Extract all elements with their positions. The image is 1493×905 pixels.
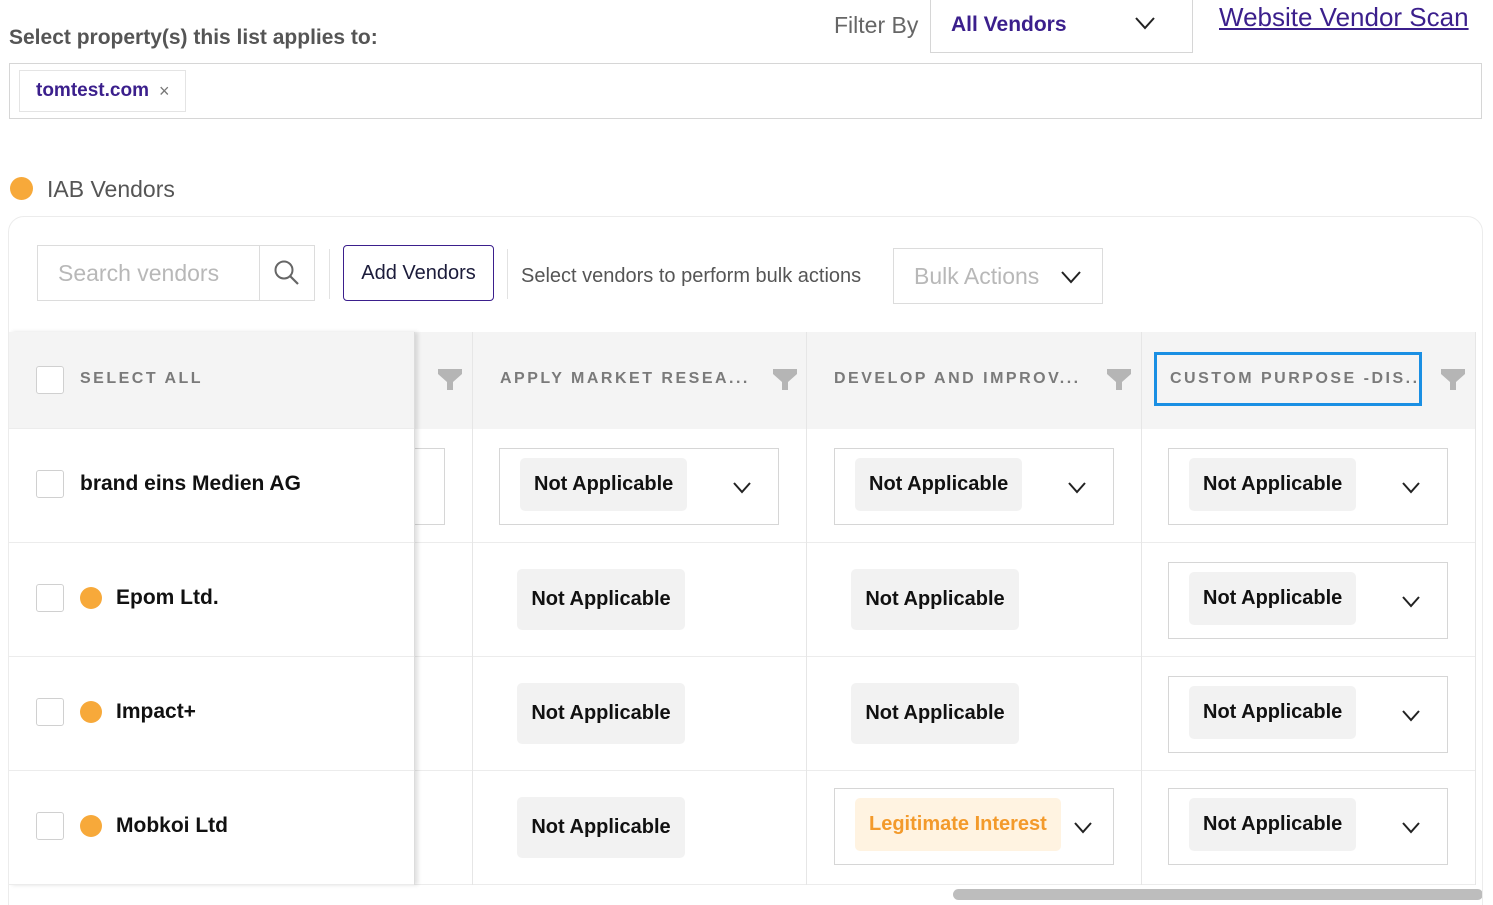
iab-vendor-dot bbox=[80, 815, 102, 837]
column-divider bbox=[1141, 332, 1142, 887]
purpose-value: Not Applicable bbox=[520, 458, 688, 511]
chevron-down-icon bbox=[1402, 482, 1420, 494]
bulk-actions-dropdown[interactable]: Bulk Actions bbox=[893, 248, 1103, 304]
chevron-down-icon bbox=[1402, 596, 1420, 608]
purpose-value: Not Applicable bbox=[517, 569, 685, 630]
chevron-down-icon bbox=[733, 482, 751, 494]
vendor-name[interactable]: Epom Ltd. bbox=[116, 586, 219, 610]
filter-funnel-icon[interactable] bbox=[772, 367, 798, 391]
vendor-checkbox[interactable] bbox=[36, 584, 64, 612]
vendor-name[interactable]: Mobkoi Ltd bbox=[116, 814, 228, 838]
purpose-dropdown[interactable]: Not Applicable bbox=[1168, 788, 1448, 865]
purpose-value: Not Applicable bbox=[517, 683, 685, 744]
filter-by-label: Filter By bbox=[834, 12, 919, 38]
vendor-row: brand eins Medien AG bbox=[9, 429, 414, 543]
filter-by-value: All Vendors bbox=[951, 13, 1067, 36]
section-title: IAB Vendors bbox=[47, 176, 175, 202]
select-all-label: SELECT ALL bbox=[80, 370, 204, 387]
search-input[interactable]: Search vendors bbox=[38, 246, 259, 300]
bulk-actions-label: Bulk Actions bbox=[914, 262, 1040, 289]
search-button[interactable] bbox=[259, 246, 314, 300]
purpose-value: Not Applicable bbox=[855, 458, 1023, 511]
chevron-down-icon bbox=[1402, 822, 1420, 834]
filter-funnel-icon[interactable] bbox=[437, 367, 463, 391]
filter-funnel-icon[interactable] bbox=[1440, 367, 1466, 391]
vendor-toolbar: Search vendors Add Vendors Select vendor… bbox=[9, 217, 1482, 332]
bulk-actions-hint: Select vendors to perform bulk actions bbox=[521, 265, 862, 287]
chevron-down-icon bbox=[1135, 17, 1155, 30]
chevron-down-icon bbox=[1061, 271, 1081, 284]
iab-vendor-dot bbox=[80, 701, 102, 723]
vendor-row: Mobkoi Ltd bbox=[9, 771, 414, 885]
purpose-dropdown[interactable]: Not Applicable bbox=[499, 448, 779, 525]
vendor-search[interactable]: Search vendors bbox=[37, 245, 315, 301]
vendor-checkbox[interactable] bbox=[36, 812, 64, 840]
filter-funnel-icon[interactable] bbox=[1106, 367, 1132, 391]
purpose-value: Not Applicable bbox=[1189, 798, 1357, 851]
purpose-value-legitimate-interest: Legitimate Interest bbox=[855, 798, 1061, 851]
column-divider bbox=[1475, 332, 1476, 887]
purpose-value: Not Applicable bbox=[1189, 458, 1357, 511]
purpose-dropdown[interactable]: Not Applicable bbox=[1168, 562, 1448, 639]
vendor-name[interactable]: brand eins Medien AG bbox=[80, 472, 301, 496]
purpose-dropdown[interactable]: Not Applicable bbox=[1168, 676, 1448, 753]
filter-by-dropdown[interactable]: All Vendors bbox=[930, 0, 1193, 53]
property-chip: tomtest.com × bbox=[19, 70, 187, 112]
purpose-value: Not Applicable bbox=[851, 569, 1019, 630]
remove-property-icon[interactable]: × bbox=[159, 81, 170, 102]
column-header-market-research[interactable]: APPLY MARKET RESEA... bbox=[500, 370, 750, 388]
property-selector-field[interactable]: tomtest.com × bbox=[9, 63, 1482, 119]
column-header-develop-improve[interactable]: DEVELOP AND IMPROV... bbox=[834, 370, 1081, 388]
purpose-value: Not Applicable bbox=[517, 797, 685, 858]
purpose-value: Not Applicable bbox=[851, 683, 1019, 744]
search-icon bbox=[274, 260, 299, 285]
column-divider bbox=[472, 332, 473, 887]
toolbar-divider bbox=[507, 249, 508, 299]
purpose-value: Not Applicable bbox=[1189, 572, 1357, 625]
toolbar-divider bbox=[329, 249, 330, 299]
vendor-column: SELECT ALL brand eins Medien AG Epom Ltd… bbox=[9, 332, 415, 885]
chevron-down-icon bbox=[1068, 482, 1086, 494]
property-selector-label: Select property(s) this list applies to: bbox=[9, 26, 378, 49]
purpose-dropdown[interactable]: Not Applicable bbox=[1168, 448, 1448, 525]
vendor-checkbox[interactable] bbox=[36, 470, 64, 498]
vendor-row: Epom Ltd. bbox=[9, 543, 414, 657]
vendor-column-header: SELECT ALL bbox=[9, 332, 414, 429]
chevron-down-icon bbox=[1402, 710, 1420, 722]
horizontal-scrollbar-thumb[interactable] bbox=[953, 889, 1482, 900]
select-all-checkbox[interactable] bbox=[36, 366, 64, 394]
chevron-down-icon bbox=[1074, 822, 1092, 834]
vendor-checkbox[interactable] bbox=[36, 698, 64, 726]
property-chip-label: tomtest.com bbox=[36, 80, 149, 101]
vendor-table-card: Search vendors Add Vendors Select vendor… bbox=[8, 216, 1483, 905]
add-vendors-button[interactable]: Add Vendors bbox=[343, 245, 494, 301]
vendor-name[interactable]: Impact+ bbox=[116, 700, 196, 724]
purpose-dropdown[interactable]: Not Applicable bbox=[834, 448, 1114, 525]
iab-indicator-dot bbox=[10, 177, 33, 200]
purpose-dropdown-partial[interactable] bbox=[415, 448, 445, 525]
column-header-custom-purpose[interactable]: CUSTOM PURPOSE -DIS... bbox=[1154, 352, 1422, 406]
column-divider bbox=[806, 332, 807, 887]
iab-vendor-dot bbox=[80, 587, 102, 609]
purpose-value: Not Applicable bbox=[1189, 686, 1357, 739]
vendor-row: Impact+ bbox=[9, 657, 414, 771]
website-vendor-scan-link[interactable]: Website Vendor Scan bbox=[1219, 2, 1469, 33]
purpose-dropdown[interactable]: Legitimate Interest bbox=[834, 788, 1114, 865]
